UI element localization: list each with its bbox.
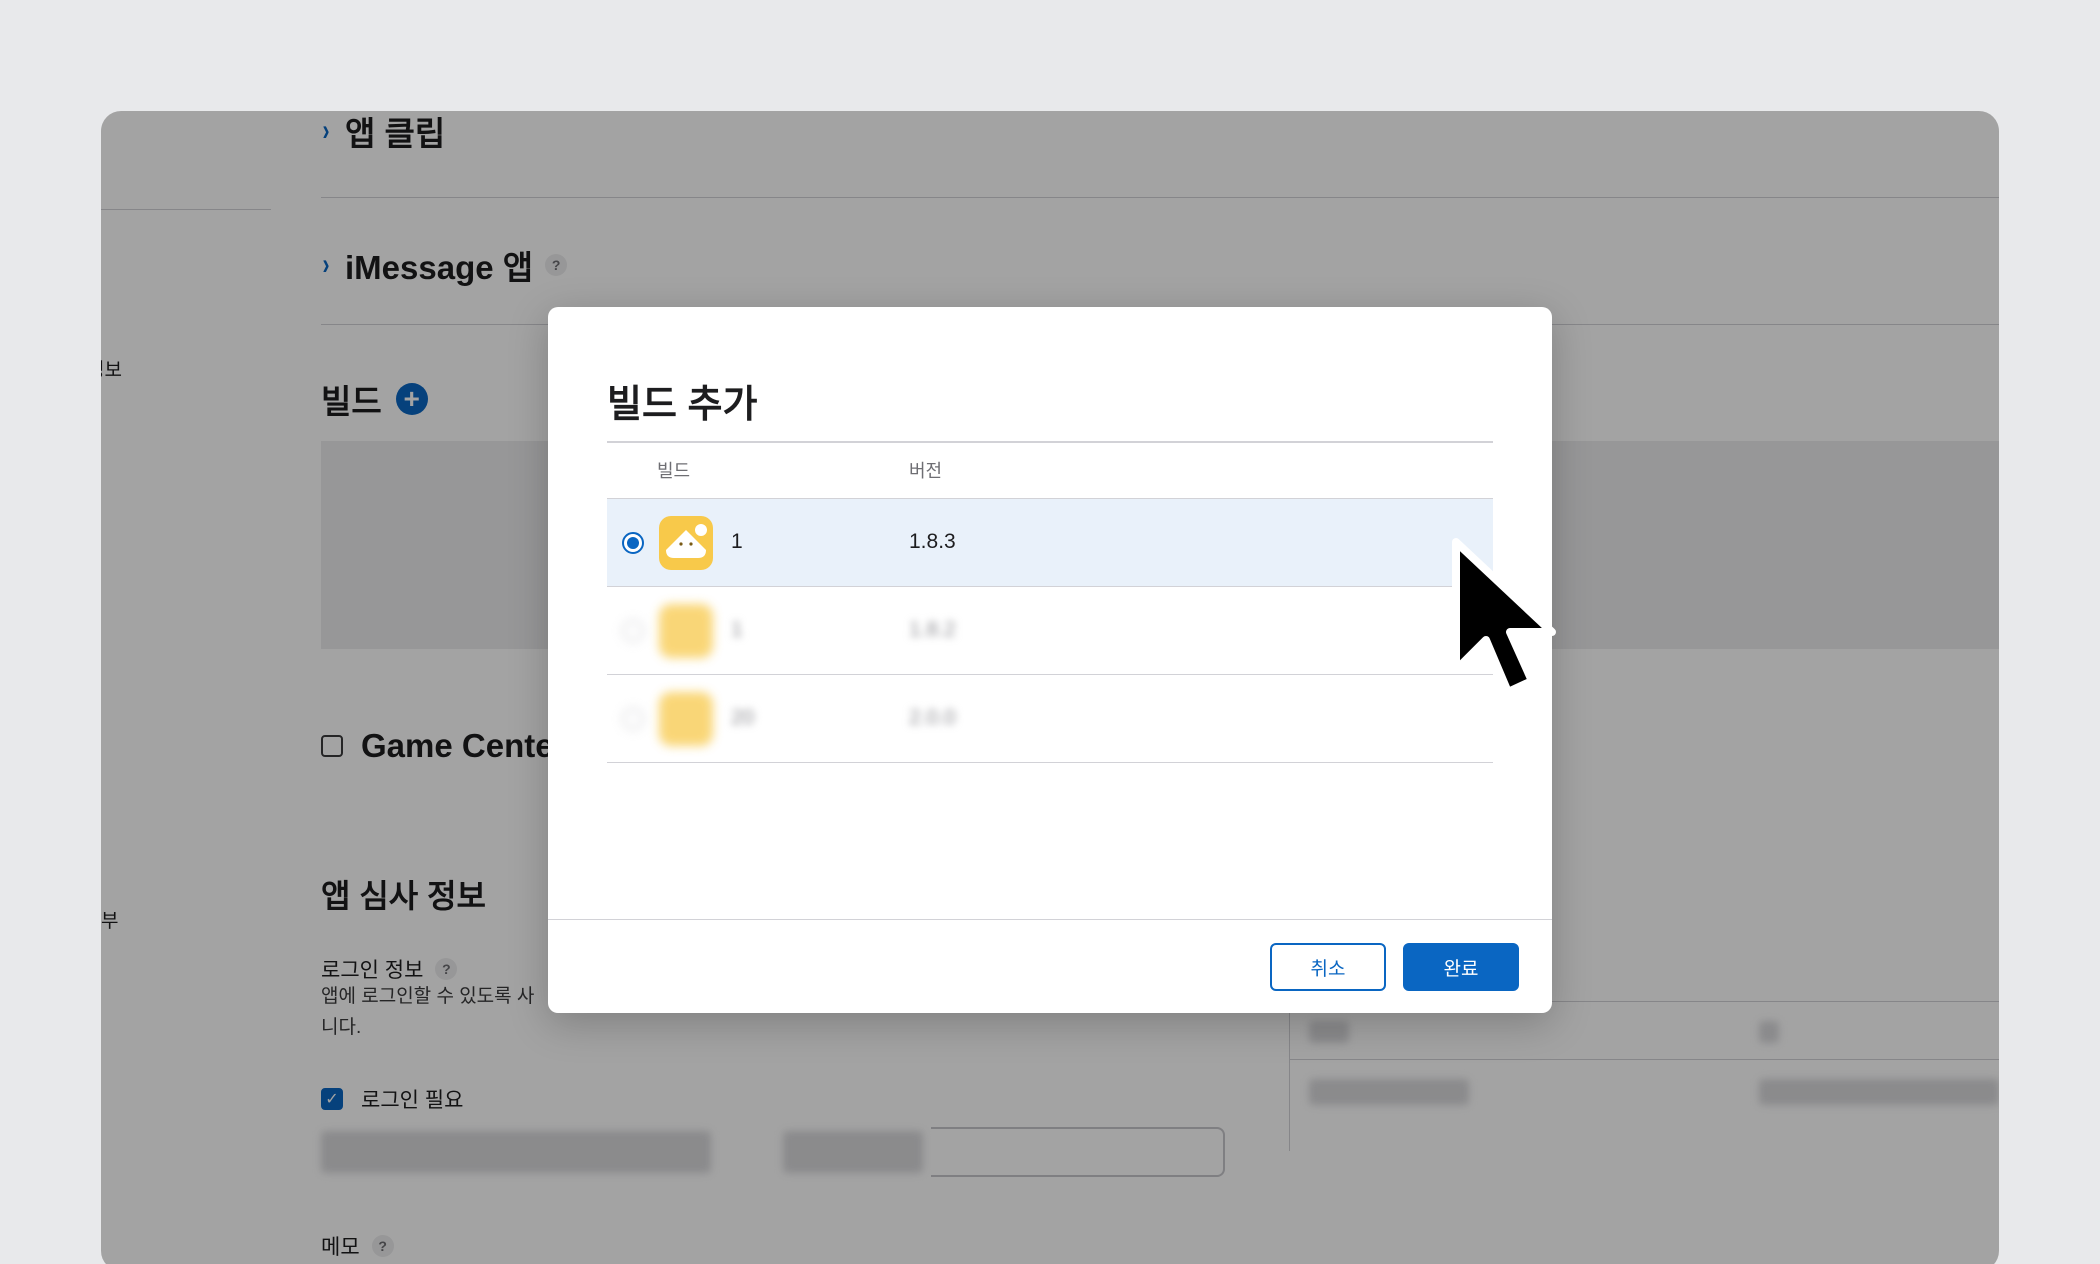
- app-icon: [659, 604, 713, 658]
- build-number: 20: [731, 706, 755, 729]
- column-header-build: 빌드: [657, 461, 691, 481]
- app-icon: [659, 692, 713, 746]
- app-icon: [659, 516, 713, 570]
- dialog-footer-divider: [548, 919, 1552, 920]
- dialog-title: 빌드 추가: [607, 384, 758, 426]
- table-row[interactable]: 1 1.8.3: [607, 498, 1493, 586]
- radio-icon[interactable]: [622, 708, 644, 730]
- version-number: 1.8.3: [909, 530, 956, 553]
- radio-icon[interactable]: [622, 620, 644, 642]
- table-row[interactable]: 1 1.8.2: [607, 586, 1493, 674]
- column-header-version: 버전: [909, 461, 943, 481]
- version-number: 2.0.0: [909, 706, 956, 729]
- table-bottom-border: [607, 762, 1493, 763]
- build-number: 1: [731, 530, 743, 553]
- add-build-dialog: 빌드 추가 빌드 버전 1 1.8.3 1 1.8.2 20 2.0.0 취소 …: [548, 307, 1552, 1013]
- table-row[interactable]: 20 2.0.0: [607, 674, 1493, 762]
- radio-selected-icon[interactable]: [622, 532, 644, 554]
- cancel-button[interactable]: 취소: [1270, 943, 1386, 991]
- version-number: 1.8.2: [909, 618, 956, 641]
- table-top-border: [607, 441, 1493, 443]
- build-number: 1: [731, 618, 743, 641]
- mouse-cursor-icon: [1452, 538, 1556, 696]
- done-button[interactable]: 완료: [1403, 943, 1519, 991]
